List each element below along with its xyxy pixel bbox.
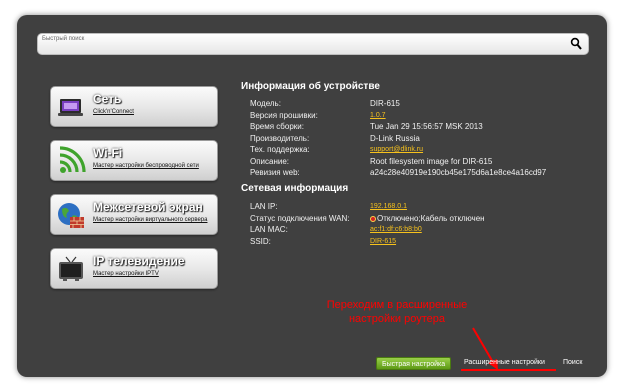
search-icon[interactable] bbox=[570, 37, 582, 51]
router-panel: Быстрый поиск Сеть Click'n'Connect Wi-Fi… bbox=[17, 15, 607, 377]
network-icon bbox=[58, 99, 83, 116]
network-info-heading: Сетевая информация bbox=[241, 183, 349, 194]
vendor-label: Производитель: bbox=[250, 134, 310, 143]
quick-search-field[interactable]: Быстрый поиск bbox=[37, 33, 589, 55]
menu-card-network[interactable]: Сеть Click'n'Connect bbox=[50, 86, 218, 127]
search-placeholder: Быстрый поиск bbox=[42, 36, 85, 42]
build-time-value: Tue Jan 29 15:56:57 MSK 2013 bbox=[370, 122, 483, 131]
menu-link-iptv-wizard[interactable]: Мастер настройки IPTV bbox=[93, 270, 213, 278]
menu-link-clickn-connect[interactable]: Click'n'Connect bbox=[93, 108, 213, 116]
firewall-icon bbox=[58, 203, 84, 228]
wifi-icon bbox=[59, 146, 86, 173]
status-error-icon bbox=[370, 216, 376, 222]
support-email-link[interactable]: support@dlink.ru bbox=[370, 146, 423, 153]
ssid-label: SSID: bbox=[250, 237, 271, 246]
menu-link-virtual-server-wizard[interactable]: Мастер настройки виртуального сервера bbox=[93, 216, 213, 224]
wan-status-value: Отключено;Кабель отключен bbox=[370, 214, 485, 223]
lan-ip-link[interactable]: 192.168.0.1 bbox=[370, 203, 407, 210]
menu-card-firewall[interactable]: Межсетевой экран Мастер настройки виртуа… bbox=[50, 194, 218, 235]
description-value: Root filesystem image for DIR-615 bbox=[370, 157, 493, 166]
menu-card-iptv[interactable]: IP телевидение Мастер настройки IPTV bbox=[50, 248, 218, 289]
lan-mac-label: LAN MAC: bbox=[250, 225, 288, 234]
support-label: Тех. поддержка: bbox=[250, 145, 310, 154]
firmware-version-link[interactable]: 1.0.7 bbox=[370, 112, 386, 119]
lan-ip-label: LAN IP: bbox=[250, 202, 278, 211]
wan-status-text: Отключено;Кабель отключен bbox=[377, 214, 485, 223]
annotation-underline bbox=[461, 369, 556, 371]
model-label: Модель: bbox=[250, 99, 281, 108]
annotation-line-1: Переходим в расширенные bbox=[326, 299, 468, 311]
annotation-line-2: настройки роутера bbox=[348, 313, 445, 325]
quick-setup-button[interactable]: Быстрая настройка bbox=[376, 357, 452, 370]
ssid-link[interactable]: DIR-615 bbox=[370, 238, 396, 245]
lan-mac-link[interactable]: ac:f1:df:c6:b8:b0 bbox=[370, 226, 422, 233]
web-revision-value: a24c28e40919e190cb45e175d6a1e8ce4a16cd97 bbox=[370, 168, 547, 177]
model-value: DIR-615 bbox=[370, 99, 400, 108]
wan-status-label: Статус подключения WAN: bbox=[250, 214, 350, 223]
menu-title-firewall: Межсетевой экран bbox=[93, 200, 203, 214]
firmware-label: Версия прошивки: bbox=[250, 111, 318, 120]
menu-title-network: Сеть bbox=[93, 92, 122, 106]
web-revision-label: Ревизия web: bbox=[250, 168, 300, 177]
description-label: Описание: bbox=[250, 157, 290, 166]
menu-card-wifi[interactable]: Wi-Fi Мастер настройки беспроводной сети bbox=[50, 140, 218, 181]
menu-title-wifi: Wi-Fi bbox=[93, 146, 123, 160]
advanced-settings-link[interactable]: Расширенные настройки bbox=[464, 359, 545, 366]
search-link[interactable]: Поиск bbox=[563, 359, 582, 366]
vendor-value: D-Link Russia bbox=[370, 134, 420, 143]
device-info-heading: Информация об устройстве bbox=[241, 81, 380, 92]
menu-link-wifi-wizard[interactable]: Мастер настройки беспроводной сети bbox=[93, 162, 213, 170]
tv-icon bbox=[59, 256, 83, 281]
menu-title-iptv: IP телевидение bbox=[93, 254, 185, 268]
annotation-text: Переходим в расширенные настройки роутер… bbox=[297, 298, 497, 326]
build-time-label: Время сборки: bbox=[250, 122, 304, 131]
